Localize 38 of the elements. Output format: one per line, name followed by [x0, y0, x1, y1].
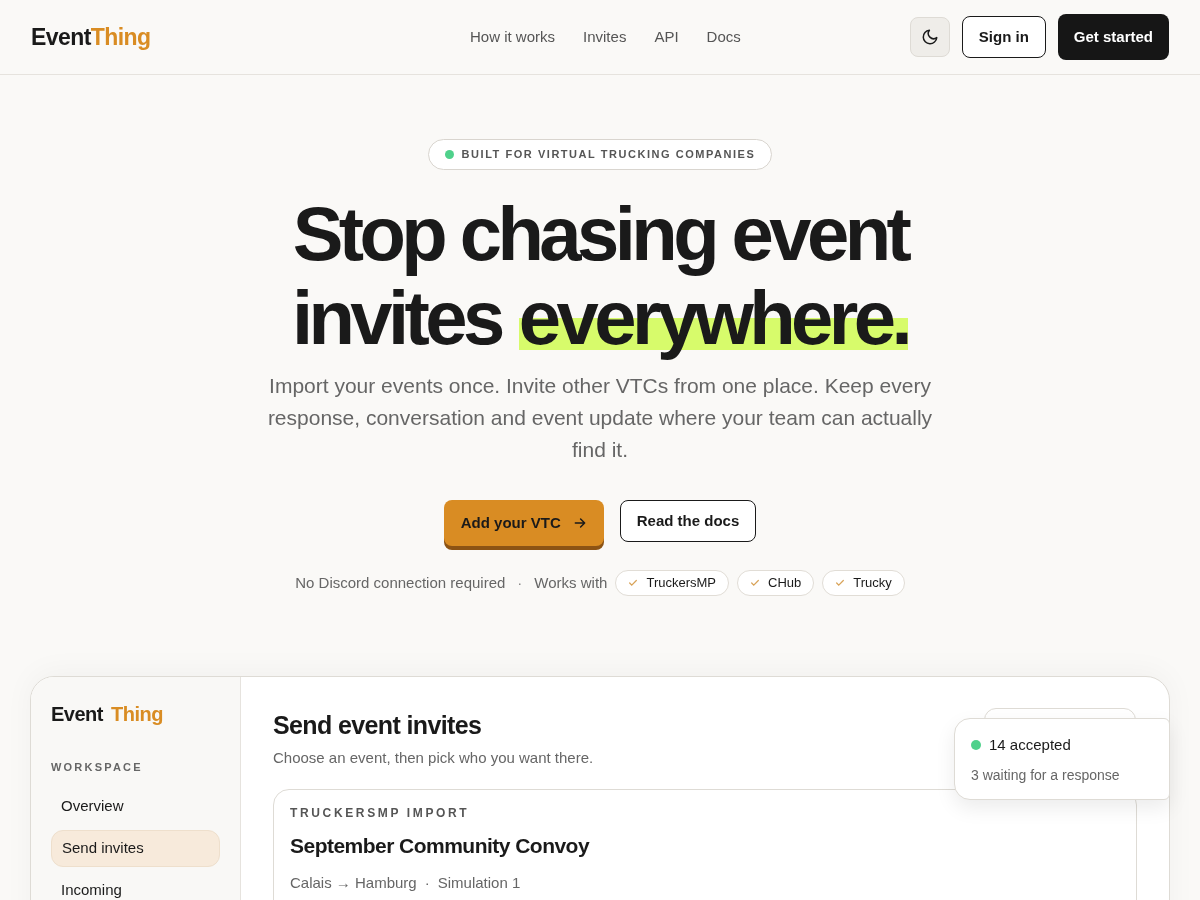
sidebar-section-label: WORKSPACE — [51, 760, 144, 775]
nav-link[interactable]: Invites — [583, 25, 627, 49]
integration-chip: CHub — [737, 570, 815, 596]
read-docs-button[interactable]: Read the docs — [619, 500, 757, 542]
theme-toggle-button[interactable] — [909, 17, 950, 57]
nav-link[interactable]: API — [654, 25, 679, 49]
check-icon — [628, 578, 639, 588]
sidebar-item[interactable]: Send invites — [51, 829, 220, 867]
separator-dot: · — [424, 872, 430, 893]
logo[interactable]: EventThing — [31, 19, 151, 55]
hero-lead: Import your events once. Invite other VTCs from one place. Keep every response, conversation and event update where your team can actually find it. — [266, 373, 934, 463]
check-icon — [750, 578, 760, 588]
event-name: September Community Convoy — [290, 833, 591, 859]
event-source: TRUCKERSMP IMPORT — [290, 805, 471, 822]
headline: invites — [291, 276, 501, 360]
sidebar-item[interactable]: Overview — [51, 787, 220, 825]
arrow-right-icon — [572, 516, 587, 530]
app-logo: Event Thing — [51, 702, 164, 727]
badge-text: BUILT FOR VIRTUAL TRUCKING COMPANIES — [461, 147, 756, 163]
accepted-count: 14 accepted — [989, 735, 1071, 755]
get-started-button[interactable]: Get started — [1057, 14, 1169, 60]
event-route: Calais → Hamburg — [290, 872, 417, 893]
sign-in-button[interactable]: Sign in — [961, 16, 1046, 58]
nav-link[interactable]: How it works — [470, 25, 556, 49]
page-title: Send event invites — [273, 710, 482, 741]
moon-icon — [920, 28, 939, 46]
headline: Stop chasing event — [292, 192, 908, 276]
sidebar-item[interactable]: Incoming — [51, 871, 220, 900]
page-subtitle: Choose an event, then pick who you want there. — [273, 747, 594, 768]
integration-chip: Trucky — [822, 570, 905, 596]
check-icon — [835, 578, 846, 588]
event-server: Simulation 1 — [437, 872, 521, 893]
waiting-count: 3 waiting for a response — [971, 765, 1121, 785]
separator-dot: · — [516, 572, 524, 593]
nav-link[interactable]: Docs — [706, 25, 741, 49]
note-text: No Discord connection required — [295, 572, 506, 593]
integration-chip: TruckersMP — [615, 570, 729, 596]
works-with-label: Works with — [534, 572, 608, 593]
